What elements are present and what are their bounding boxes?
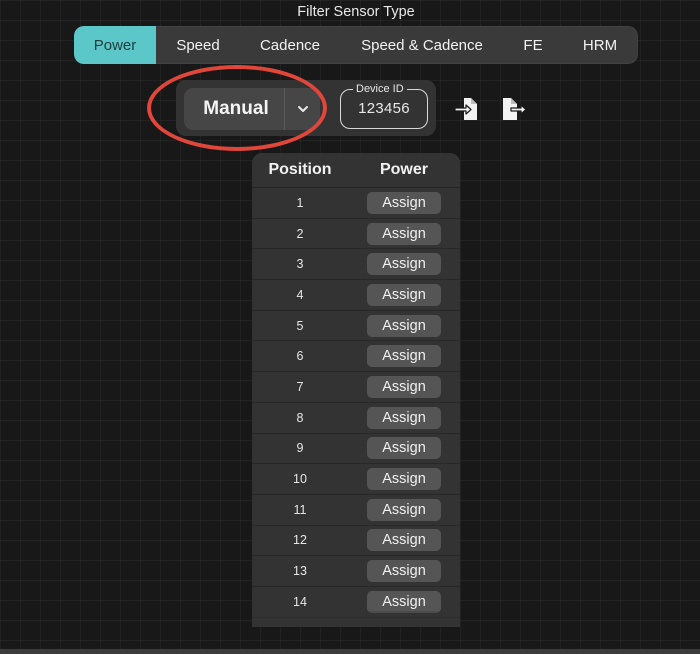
table-body: 1 Assign 2 Assign 3 Assign 4 Assign 5 Assign 6 Assi…	[252, 188, 460, 618]
assign-button[interactable]: Assign	[367, 406, 441, 429]
assign-button[interactable]: Assign	[367, 314, 441, 337]
table-row: 2 Assign	[252, 219, 460, 250]
power-cell: Assign	[348, 590, 460, 613]
table-row: 13 Assign	[252, 556, 460, 587]
assign-button[interactable]: Assign	[367, 590, 441, 613]
position-cell: 7	[296, 379, 304, 394]
position-cell: 2	[296, 226, 304, 241]
table-row: 10 Assign	[252, 464, 460, 495]
position-cell: 14	[293, 594, 307, 609]
table-row: 3 Assign	[252, 249, 460, 281]
table-row: 4 Assign	[252, 280, 460, 311]
position-cell: 13	[293, 564, 307, 579]
tab-hrm[interactable]: HRM	[562, 26, 638, 64]
tab-cadence[interactable]: Cadence	[240, 26, 340, 64]
device-panel: Manual Device ID 123456	[176, 80, 436, 136]
table-row: 8 Assign	[252, 403, 460, 434]
device-id-value: 123456	[358, 100, 410, 117]
position-cell: 4	[296, 287, 304, 302]
device-id-field[interactable]: Device ID 123456	[340, 82, 428, 129]
position-cell: 5	[296, 318, 304, 333]
power-cell: Assign	[348, 375, 460, 398]
position-cell: 1	[296, 195, 304, 210]
assign-button[interactable]: Assign	[367, 437, 441, 460]
import-icon[interactable]	[453, 95, 481, 123]
tab-speed-cadence[interactable]: Speed & Cadence	[340, 26, 504, 64]
power-cell: Assign	[348, 560, 460, 583]
power-cell: Assign	[348, 283, 460, 306]
power-cell: Assign	[348, 191, 460, 214]
power-cell: Assign	[348, 498, 460, 521]
power-cell: Assign	[348, 529, 460, 552]
mode-selected-value: Manual	[203, 98, 269, 119]
power-cell: Assign	[348, 253, 460, 276]
table-row: 9 Assign	[252, 434, 460, 465]
tab-fe[interactable]: FE	[504, 26, 562, 64]
table-row: 12 Assign	[252, 526, 460, 557]
assign-button[interactable]: Assign	[367, 529, 441, 552]
position-cell: 9	[296, 441, 304, 456]
export-icon[interactable]	[500, 95, 528, 123]
position-cell: 3	[296, 257, 304, 272]
tab-power[interactable]: Power	[74, 26, 156, 64]
column-header-position: Position	[268, 161, 332, 178]
bottom-bar	[0, 649, 700, 654]
table-header: Position Power	[252, 153, 460, 188]
position-cell: 11	[293, 502, 307, 517]
tab-speed[interactable]: Speed	[156, 26, 240, 64]
assign-button[interactable]: Assign	[367, 345, 441, 368]
assign-button[interactable]: Assign	[367, 222, 441, 245]
position-cell: 8	[296, 410, 304, 425]
position-cell: 6	[296, 349, 304, 364]
power-cell: Assign	[348, 406, 460, 429]
power-cell: Assign	[348, 222, 460, 245]
sensor-assignment-table: Position Power 1 Assign 2 Assign 3 Assign 4 Ass…	[252, 153, 460, 627]
power-cell: Assign	[348, 314, 460, 337]
position-cell: 10	[293, 472, 307, 487]
table-row: 14 Assign	[252, 587, 460, 618]
table-row: 7 Assign	[252, 372, 460, 403]
position-cell: 12	[293, 533, 307, 548]
power-cell: Assign	[348, 345, 460, 368]
filter-sensor-type-title: Filter Sensor Type	[297, 4, 415, 20]
power-cell: Assign	[348, 437, 460, 460]
table-row: 11 Assign	[252, 495, 460, 526]
table-row: 1 Assign	[252, 188, 460, 219]
assign-button[interactable]: Assign	[367, 253, 441, 276]
column-header-power: Power	[379, 161, 428, 178]
assign-button[interactable]: Assign	[367, 560, 441, 583]
sensor-type-segmented-control: Power Speed Cadence Speed & Cadence FE H…	[74, 26, 638, 64]
table-row: 5 Assign	[252, 311, 460, 342]
table-row: 6 Assign	[252, 341, 460, 373]
assign-button[interactable]: Assign	[367, 375, 441, 398]
assign-button[interactable]: Assign	[367, 191, 441, 214]
assign-button[interactable]: Assign	[367, 498, 441, 521]
chevron-down-icon[interactable]	[285, 104, 320, 114]
assign-button[interactable]: Assign	[367, 283, 441, 306]
assign-button[interactable]: Assign	[367, 468, 441, 491]
device-id-label: Device ID	[353, 82, 407, 96]
mode-dropdown[interactable]: Manual	[184, 88, 320, 130]
power-cell: Assign	[348, 468, 460, 491]
